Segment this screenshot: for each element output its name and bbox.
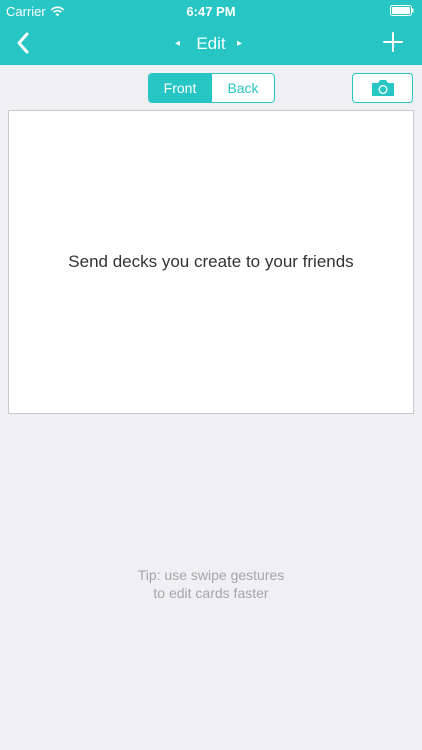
camera-icon [371, 80, 394, 96]
card-editor[interactable]: Send decks you create to your friends [8, 110, 414, 414]
tip-line-1: Tip: use swipe gestures [137, 567, 285, 583]
add-card-button[interactable] [378, 27, 408, 57]
clock: 6:47 PM [186, 4, 236, 19]
camera-button[interactable] [352, 73, 413, 103]
card-side-selector: Front Back [148, 73, 275, 103]
segment-front[interactable]: Front [149, 74, 211, 102]
header: Carrier 6:47 PM ◂ Edit ▸ [0, 0, 422, 65]
battery-icon [390, 5, 414, 16]
nav-title: Edit [196, 34, 226, 53]
segment-back[interactable]: Back [211, 74, 274, 102]
status-bar: Carrier 6:47 PM [0, 0, 422, 22]
card-text: Send decks you create to your friends [68, 252, 354, 271]
plus-icon [383, 32, 403, 52]
next-card-arrow[interactable]: ▸ [237, 38, 242, 49]
tip-line-2: to edit cards faster [153, 585, 269, 601]
tip-text: Tip: use swipe gestures to edit cards fa… [0, 566, 422, 602]
navigation-bar: ◂ Edit ▸ [0, 22, 422, 65]
